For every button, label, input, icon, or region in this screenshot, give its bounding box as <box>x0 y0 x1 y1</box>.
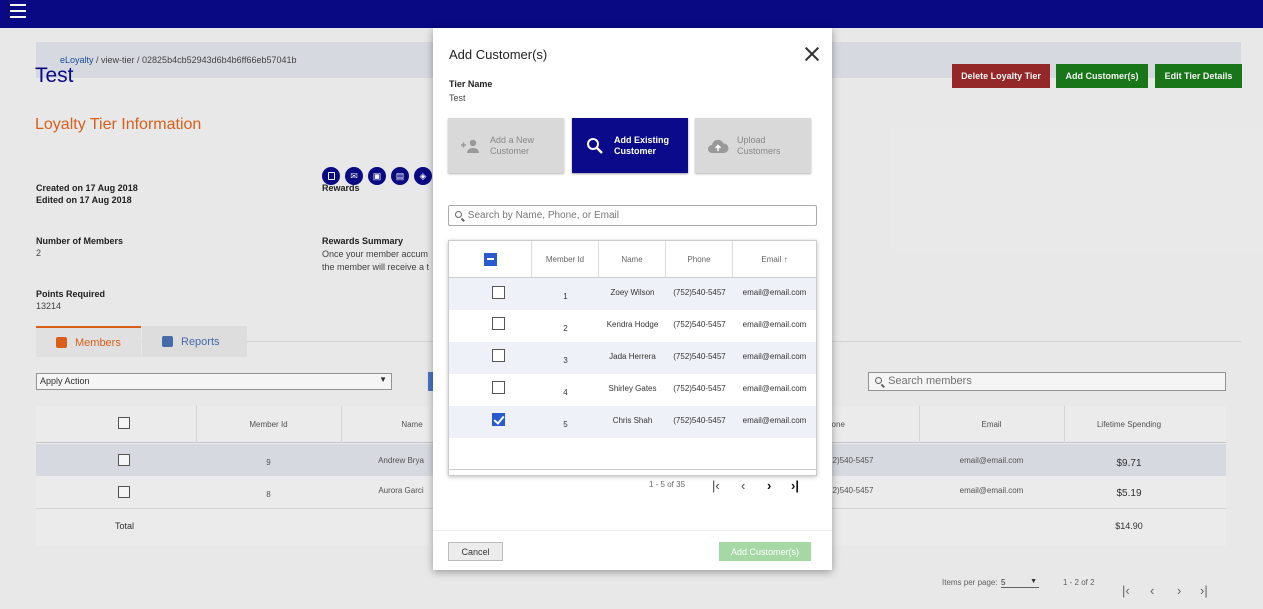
header-phone[interactable]: Phone <box>666 241 733 277</box>
row-checkbox[interactable] <box>492 349 505 362</box>
phone-cell: (752)540-5457 <box>673 319 726 329</box>
dialog-title: Add Customer(s) <box>449 47 548 62</box>
phone-cell: (752)540-5457 <box>673 415 726 425</box>
customer-search-placeholder: Search by Name, Phone, or Email <box>467 210 619 221</box>
first-page-icon[interactable]: |‹ <box>712 478 720 493</box>
select-all-checkbox[interactable] <box>483 252 497 266</box>
add-person-icon <box>460 135 482 157</box>
member-id-cell: 1 <box>563 291 568 301</box>
table-bottom-border <box>449 469 816 470</box>
header-member-id[interactable]: Member Id <box>532 241 599 277</box>
prev-page-icon[interactable]: ‹ <box>741 478 745 493</box>
email-cell: email@email.com <box>742 415 807 425</box>
add-new-customer-option[interactable]: Add a New Customer <box>448 118 564 173</box>
email-cell: email@email.com <box>742 287 807 297</box>
name-cell: Shirley Gates <box>608 383 657 393</box>
row-checkbox[interactable] <box>492 413 505 426</box>
header-email[interactable]: Email ↑ <box>733 241 816 277</box>
search-icon <box>584 135 606 157</box>
tier-name-value: Test <box>449 93 466 103</box>
phone-cell: (752)540-5457 <box>673 351 726 361</box>
row-checkbox[interactable] <box>492 286 505 299</box>
member-id-cell: 3 <box>563 355 568 365</box>
table-row[interactable]: 5 Chris Shah (752)540-5457 email@email.c… <box>449 406 816 438</box>
email-cell: email@email.com <box>742 319 807 329</box>
table-row[interactable]: 4 Shirley Gates (752)540-5457 email@emai… <box>449 374 816 406</box>
phone-cell: (752)540-5457 <box>673 383 726 393</box>
add-existing-customer-option[interactable]: Add Existing Customer <box>572 118 688 173</box>
add-selected-customers-button[interactable]: Add Customer(s) <box>719 542 811 561</box>
member-id-cell: 5 <box>563 419 568 429</box>
email-cell: email@email.com <box>742 351 807 361</box>
cancel-button[interactable]: Cancel <box>448 542 503 561</box>
option-label-line: Add a New <box>490 134 535 145</box>
header-name[interactable]: Name <box>599 241 666 277</box>
tier-name-label: Tier Name <box>449 79 493 89</box>
divider <box>433 530 832 531</box>
add-customers-dialog: Add Customer(s) Tier Name Test Add a New… <box>433 28 832 570</box>
email-cell: email@email.com <box>742 383 807 393</box>
table-row[interactable]: 3 Jada Herrera (752)540-5457 email@email… <box>449 342 816 374</box>
next-page-icon[interactable]: › <box>767 478 771 493</box>
option-label: Add Existing Customer <box>614 135 669 157</box>
table-header: Member Id Name Phone Email ↑ <box>449 241 816 278</box>
name-cell: Jada Herrera <box>609 351 656 361</box>
option-label-line: Add Existing <box>614 134 670 145</box>
option-label-line: Upload <box>737 134 766 145</box>
customer-search-input[interactable]: Search by Name, Phone, or Email <box>448 205 817 226</box>
option-label-line: Customers <box>737 145 781 156</box>
upload-customers-option[interactable]: Upload Customers <box>695 118 811 173</box>
row-checkbox[interactable] <box>492 317 505 330</box>
last-page-icon[interactable]: ›| <box>791 478 799 493</box>
name-cell: Kendra Hodge <box>606 319 659 329</box>
close-icon[interactable] <box>804 46 820 62</box>
member-id-cell: 2 <box>563 323 568 333</box>
option-label: Add a New Customer <box>490 135 534 157</box>
sort-ascending-icon: ↑ <box>783 254 788 264</box>
search-icon <box>455 211 462 218</box>
phone-cell: (752)540-5457 <box>673 287 726 297</box>
option-label-line: Customer <box>490 145 530 156</box>
select-all-cell <box>449 241 532 277</box>
member-id-cell: 4 <box>563 387 568 397</box>
table-row[interactable]: 2 Kendra Hodge (752)540-5457 email@email… <box>449 310 816 342</box>
option-label-line: Customer <box>614 145 657 156</box>
option-label: Upload Customers <box>737 135 781 157</box>
customer-pager-range: 1 - 5 of 35 <box>649 480 686 489</box>
name-cell: Chris Shah <box>612 415 653 425</box>
row-checkbox[interactable] <box>492 381 505 394</box>
name-cell: Zoey Wilson <box>610 287 655 297</box>
cloud-upload-icon <box>707 135 729 157</box>
header-email-label: Email <box>761 254 782 264</box>
customer-table: Member Id Name Phone Email ↑ 1 Zoey Wils… <box>448 240 817 476</box>
table-row[interactable]: 1 Zoey Wilson (752)540-5457 email@email.… <box>449 278 816 310</box>
